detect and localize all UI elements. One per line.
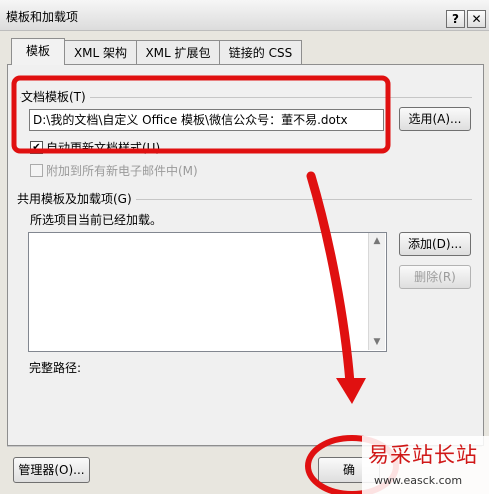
watermark: 易采站长站 www.easck.com (362, 436, 489, 494)
annotation-overlay (11, 75, 399, 494)
highlight-box (11, 75, 391, 154)
tab-templates[interactable]: 模板 (11, 38, 65, 65)
watermark-title: 易采站长站 (368, 443, 478, 467)
arrow-head-icon (336, 378, 366, 404)
arrow-shaft (306, 171, 355, 388)
watermark-url: www.easck.com (374, 474, 463, 487)
